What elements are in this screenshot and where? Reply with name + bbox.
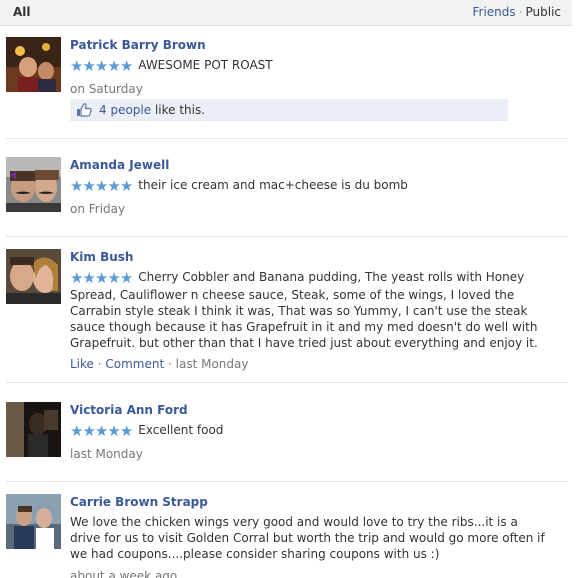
review-text: We love the chicken wings very good and …: [70, 515, 545, 561]
like-suffix: like this.: [151, 103, 206, 117]
review-item: Victoria Ann Ford ★★★★★ Excellent food la…: [6, 402, 567, 482]
star-icon: ★: [82, 422, 95, 440]
star-icon: ★: [70, 269, 83, 287]
review-time[interactable]: on Friday: [70, 201, 550, 217]
audience-filter: Friends · Public: [473, 5, 562, 19]
star-icon: ★: [107, 269, 120, 287]
star-rating: ★★★★★: [70, 422, 133, 440]
filter-friends-link[interactable]: Friends: [473, 5, 516, 19]
star-icon: ★: [70, 422, 83, 440]
star-rating: ★★★★★: [70, 269, 133, 287]
star-icon: ★: [82, 269, 95, 287]
review-content: Amanda Jewell ★★★★★ their ice cream and m…: [70, 157, 550, 217]
review-content: Carrie Brown Strapp We love the chicken …: [70, 494, 550, 578]
like-count-text: 4 people like this.: [99, 103, 205, 117]
star-icon: ★: [107, 422, 120, 440]
review-time[interactable]: about a week ago: [70, 568, 550, 578]
rating-line: ★★★★★ AWESOME POT ROAST: [70, 57, 550, 75]
review-content: Kim Bush ★★★★★ Cherry Cobbler and Banana …: [70, 249, 550, 372]
review-actions: Like · Comment · last Monday: [70, 356, 550, 372]
review-text: AWESOME POT ROAST: [138, 58, 273, 72]
review-content: Patrick Barry Brown ★★★★★ AWESOME POT ROA…: [70, 37, 550, 97]
avatar-photo: [6, 157, 61, 212]
star-icon: ★: [119, 177, 133, 195]
review-time[interactable]: on Saturday: [70, 81, 550, 97]
reviewer-name[interactable]: Kim Bush: [70, 249, 550, 265]
thumbs-up-icon: [76, 103, 92, 120]
review-text: their ice cream and mac+cheese is du bom…: [138, 178, 408, 192]
action-separator: ·: [93, 357, 106, 371]
filter-header: All Friends · Public: [0, 0, 572, 26]
review-time[interactable]: last Monday: [70, 446, 550, 462]
star-icon: ★: [94, 57, 108, 75]
star-icon: ★: [119, 57, 133, 75]
star-icon: ★: [82, 177, 95, 195]
star-icon: ★: [107, 177, 120, 195]
action-separator: ·: [164, 357, 176, 371]
like-summary: 4 people like this.: [70, 99, 508, 121]
review-item: Patrick Barry Brown ★★★★★ AWESOME POT ROA…: [6, 37, 567, 139]
reviewer-name[interactable]: Amanda Jewell: [70, 157, 550, 173]
review-item: Kim Bush ★★★★★ Cherry Cobbler and Banana …: [6, 249, 567, 383]
star-icon: ★: [70, 57, 83, 75]
star-icon: ★: [94, 422, 108, 440]
star-icon: ★: [82, 57, 95, 75]
like-link[interactable]: Like: [70, 357, 94, 371]
avatar-photo: [6, 249, 61, 304]
star-icon: ★: [94, 177, 108, 195]
star-rating: ★★★★★: [70, 177, 133, 195]
avatar[interactable]: [6, 402, 61, 457]
star-icon: ★: [70, 177, 83, 195]
filter-separator: ·: [518, 5, 523, 19]
likers-link[interactable]: 4 people: [99, 103, 151, 117]
comment-link[interactable]: Comment: [105, 357, 164, 371]
avatar-photo: [6, 37, 61, 92]
avatar[interactable]: [6, 37, 61, 92]
star-rating: ★★★★★: [70, 57, 133, 75]
review-body: We love the chicken wings very good and …: [70, 514, 550, 562]
star-icon: ★: [119, 269, 133, 287]
filter-public-label[interactable]: Public: [525, 5, 561, 19]
review-text: Excellent food: [138, 423, 224, 437]
avatar-photo: [6, 402, 61, 457]
star-icon: ★: [119, 422, 133, 440]
tab-all[interactable]: All: [13, 5, 31, 19]
avatar-photo: [6, 494, 61, 549]
rating-line: ★★★★★ Cherry Cobbler and Banana pudding, …: [70, 269, 550, 351]
star-icon: ★: [94, 269, 108, 287]
review-text: Cherry Cobbler and Banana pudding, The y…: [70, 270, 538, 350]
reviewer-name[interactable]: Victoria Ann Ford: [70, 402, 550, 418]
avatar[interactable]: [6, 249, 61, 304]
rating-line: ★★★★★ their ice cream and mac+cheese is d…: [70, 177, 550, 195]
avatar[interactable]: [6, 494, 61, 549]
review-item: Amanda Jewell ★★★★★ their ice cream and m…: [6, 157, 567, 237]
review-item: Carrie Brown Strapp We love the chicken …: [6, 494, 567, 578]
avatar[interactable]: [6, 157, 61, 212]
review-content: Victoria Ann Ford ★★★★★ Excellent food la…: [70, 402, 550, 462]
star-icon: ★: [107, 57, 120, 75]
reviewer-name[interactable]: Carrie Brown Strapp: [70, 494, 550, 510]
rating-line: ★★★★★ Excellent food: [70, 422, 550, 440]
reviewer-name[interactable]: Patrick Barry Brown: [70, 37, 550, 53]
review-time[interactable]: last Monday: [176, 357, 249, 371]
